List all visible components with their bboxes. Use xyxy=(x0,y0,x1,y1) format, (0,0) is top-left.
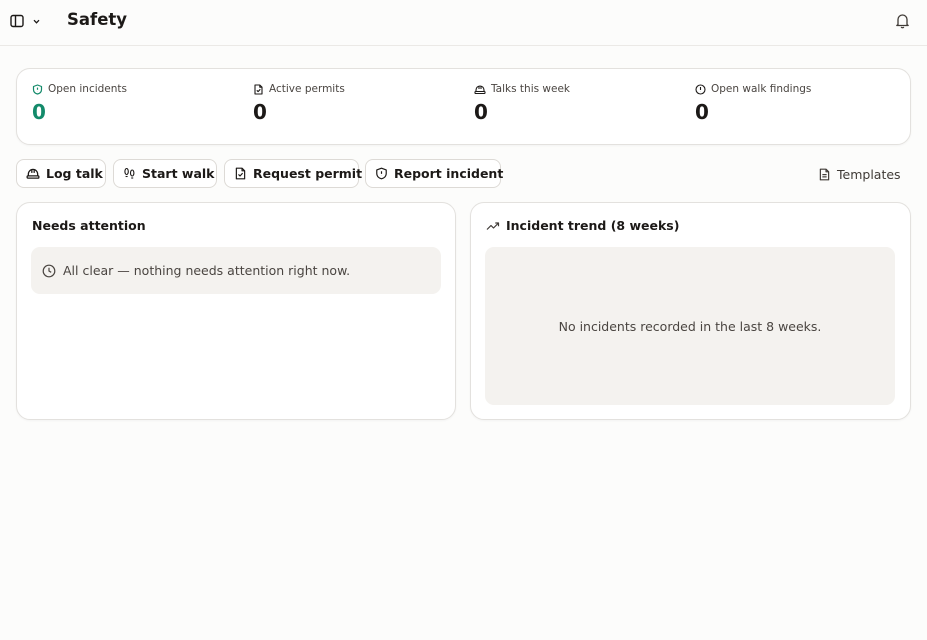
stats-card: Open incidents 0 Active permits 0 Talks … xyxy=(16,68,911,145)
stat-open-walk-findings: Open walk findings 0 xyxy=(695,83,811,124)
stat-value: 0 xyxy=(695,100,709,124)
hard-hat-icon xyxy=(474,84,486,95)
sidebar-toggle-button[interactable] xyxy=(10,13,44,29)
alert-circle-icon xyxy=(695,83,706,95)
shield-icon xyxy=(32,83,43,95)
stat-label: Open incidents xyxy=(48,83,128,95)
start-walk-label: Start walk xyxy=(142,166,215,181)
clock-icon xyxy=(42,264,56,278)
log-talk-button[interactable]: Log talk xyxy=(16,159,106,188)
top-bar: Safety xyxy=(0,0,927,46)
bell-icon[interactable] xyxy=(894,12,912,30)
stat-active-permits: Active permits 0 xyxy=(253,83,345,124)
attention-empty-message: All clear — nothing needs attention righ… xyxy=(63,263,351,278)
shield-icon xyxy=(375,167,388,180)
stat-value: 0 xyxy=(32,100,46,124)
trend-empty-state: No incidents recorded in the last 8 week… xyxy=(485,247,895,405)
request-permit-label: Request permit xyxy=(253,166,363,181)
report-incident-button[interactable]: Report incident xyxy=(365,159,504,188)
page-title: Safety xyxy=(67,10,128,29)
panel-title: Needs attention xyxy=(32,218,146,233)
hard-hat-icon xyxy=(26,167,40,180)
stat-value: 0 xyxy=(253,100,267,124)
start-walk-button[interactable]: Start walk xyxy=(113,159,217,188)
log-talk-label: Log talk xyxy=(46,166,103,181)
templates-link[interactable]: Templates xyxy=(818,166,901,182)
document-icon xyxy=(818,168,831,181)
request-permit-button[interactable]: Request permit xyxy=(224,159,363,188)
stat-open-incidents: Open incidents 0 xyxy=(32,83,127,124)
chevron-down-icon xyxy=(32,17,41,26)
report-incident-label: Report incident xyxy=(394,166,504,181)
attention-empty-state: All clear — nothing needs attention righ… xyxy=(31,247,441,294)
stat-value: 0 xyxy=(474,100,488,124)
panel-title-row: Incident trend (8 weeks) xyxy=(486,218,679,233)
stat-talks-this-week: Talks this week 0 xyxy=(474,83,570,124)
file-check-icon xyxy=(234,167,247,180)
trending-up-icon xyxy=(486,220,500,232)
needs-attention-panel: Needs attention All clear — nothing need… xyxy=(16,202,456,420)
file-check-icon xyxy=(253,83,264,95)
footprints-icon xyxy=(123,167,136,180)
stat-label: Active permits xyxy=(269,83,345,95)
stat-label: Open walk findings xyxy=(711,83,812,95)
trend-empty-message: No incidents recorded in the last 8 week… xyxy=(558,318,822,334)
incident-trend-panel: Incident trend (8 weeks) No incidents re… xyxy=(470,202,911,420)
sidebar-panel-icon xyxy=(10,14,24,28)
templates-label: Templates xyxy=(837,166,901,182)
panel-title: Incident trend (8 weeks) xyxy=(506,218,680,233)
stat-label: Talks this week xyxy=(491,83,571,95)
